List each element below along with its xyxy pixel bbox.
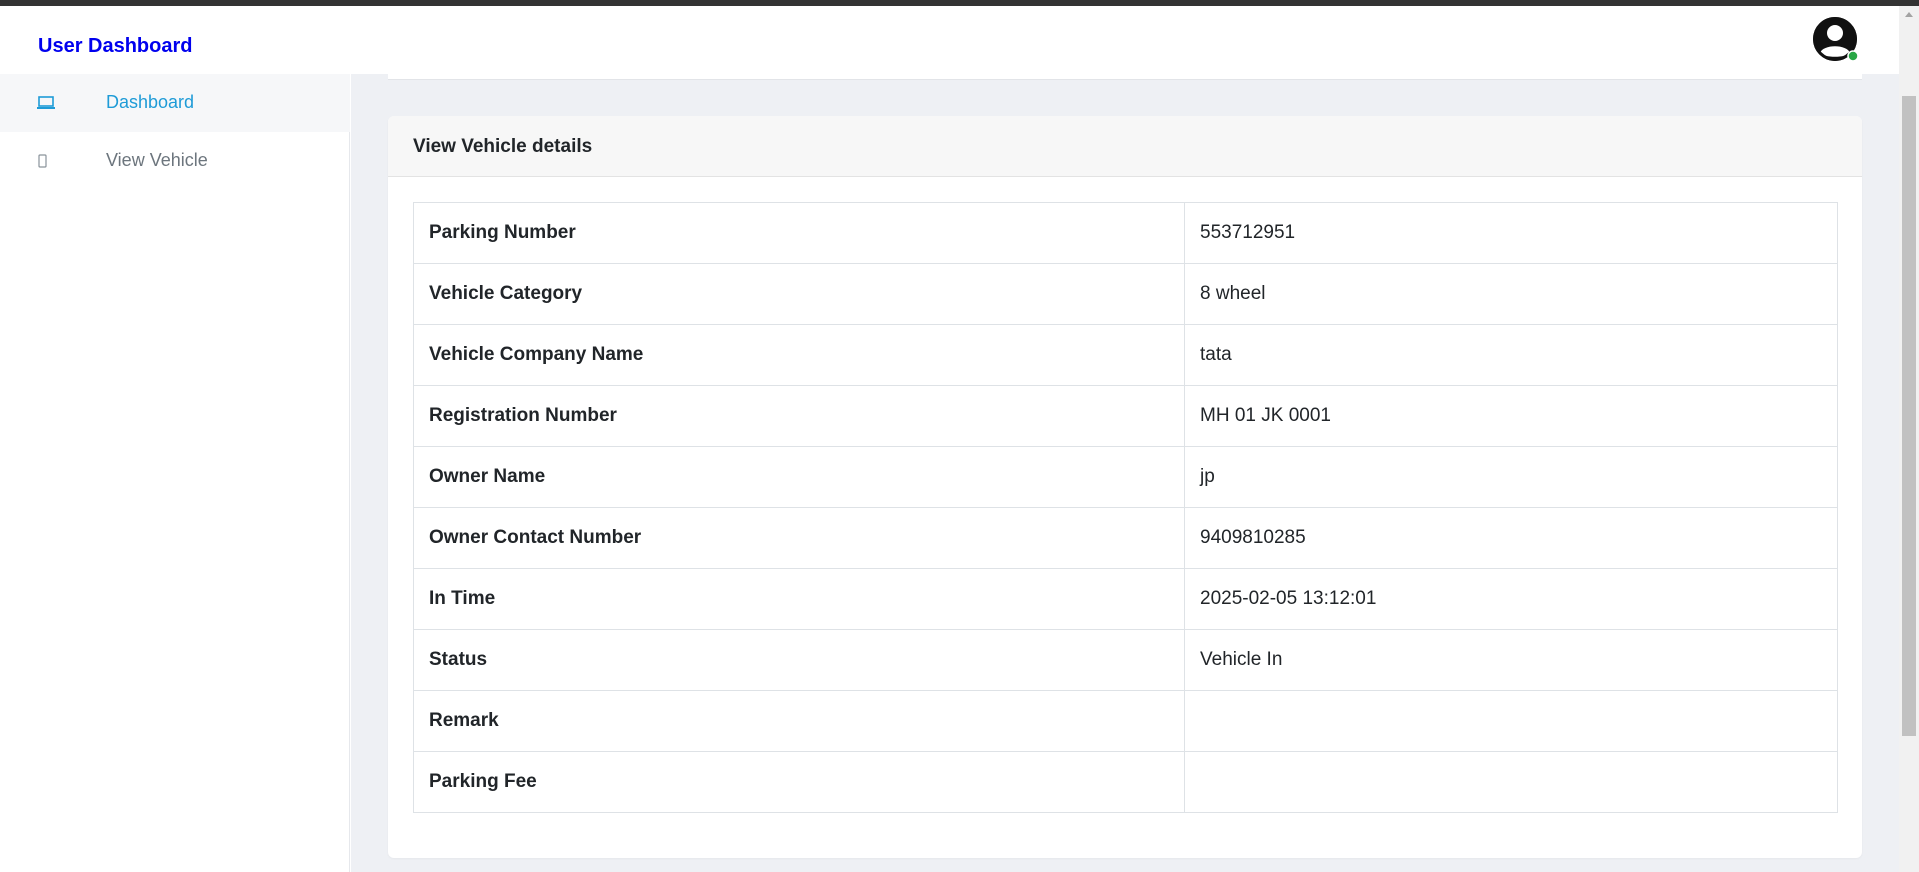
sidebar: Dashboard View Vehicle: [0, 74, 350, 872]
row-label: Vehicle Company Name: [413, 324, 1185, 386]
table-row: Parking Fee: [413, 751, 1838, 813]
laptop-icon: [36, 94, 58, 112]
table-row: Remark: [413, 690, 1838, 752]
table-row: Vehicle Category 8 wheel: [413, 263, 1838, 325]
user-avatar[interactable]: [1812, 16, 1862, 66]
row-value: 2025-02-05 13:12:01: [1184, 568, 1838, 630]
vehicle-details-table: Parking Number 553712951 Vehicle Categor…: [413, 202, 1838, 813]
row-value: 8 wheel: [1184, 263, 1838, 325]
row-label: Owner Name: [413, 446, 1185, 508]
row-label: Vehicle Category: [413, 263, 1185, 325]
row-label: Parking Fee: [413, 751, 1185, 813]
row-value: 553712951: [1184, 202, 1838, 264]
table-row: Parking Number 553712951: [413, 202, 1838, 264]
vertical-scrollbar[interactable]: [1899, 6, 1919, 872]
row-value: jp: [1184, 446, 1838, 508]
top-header: User Dashboard: [0, 6, 1899, 74]
sidebar-item-label: Dashboard: [106, 92, 195, 112]
table-row: In Time 2025-02-05 13:12:01: [413, 568, 1838, 630]
brand-link[interactable]: User Dashboard: [38, 35, 193, 58]
table-row: Vehicle Company Name tata: [413, 324, 1838, 386]
card-title: View Vehicle details: [413, 136, 593, 157]
row-value: [1184, 690, 1838, 752]
main-content: View Vehicle details Parking Number 5537…: [351, 74, 1899, 872]
scroll-up-arrow-icon[interactable]: [1899, 6, 1919, 23]
row-value: 9409810285: [1184, 507, 1838, 569]
sidebar-item-view-vehicle[interactable]: View Vehicle: [0, 132, 350, 190]
table-row: Owner Name jp: [413, 446, 1838, 508]
table-row: Registration Number MH 01 JK 0001: [413, 385, 1838, 447]
mobile-icon: [36, 152, 58, 170]
breadcrumb-panel: [388, 74, 1862, 80]
online-status-dot: [1847, 50, 1859, 62]
scrollbar-thumb[interactable]: [1902, 96, 1916, 736]
card-header: View Vehicle details: [388, 116, 1862, 177]
row-label: Remark: [413, 690, 1185, 752]
row-label: Status: [413, 629, 1185, 691]
row-label: Owner Contact Number: [413, 507, 1185, 569]
row-value: MH 01 JK 0001: [1184, 385, 1838, 447]
row-label: In Time: [413, 568, 1185, 630]
row-value: Vehicle In: [1184, 629, 1838, 691]
table-row: Owner Contact Number 9409810285: [413, 507, 1838, 569]
vehicle-details-card: View Vehicle details Parking Number 5537…: [388, 116, 1862, 858]
table-row: Status Vehicle In: [413, 629, 1838, 691]
row-value: [1184, 751, 1838, 813]
row-value: tata: [1184, 324, 1838, 386]
row-label: Parking Number: [413, 202, 1185, 264]
sidebar-item-dashboard[interactable]: Dashboard: [0, 74, 350, 132]
user-avatar-icon: [1813, 17, 1859, 62]
sidebar-item-label: View Vehicle: [106, 150, 208, 170]
row-label: Registration Number: [413, 385, 1185, 447]
